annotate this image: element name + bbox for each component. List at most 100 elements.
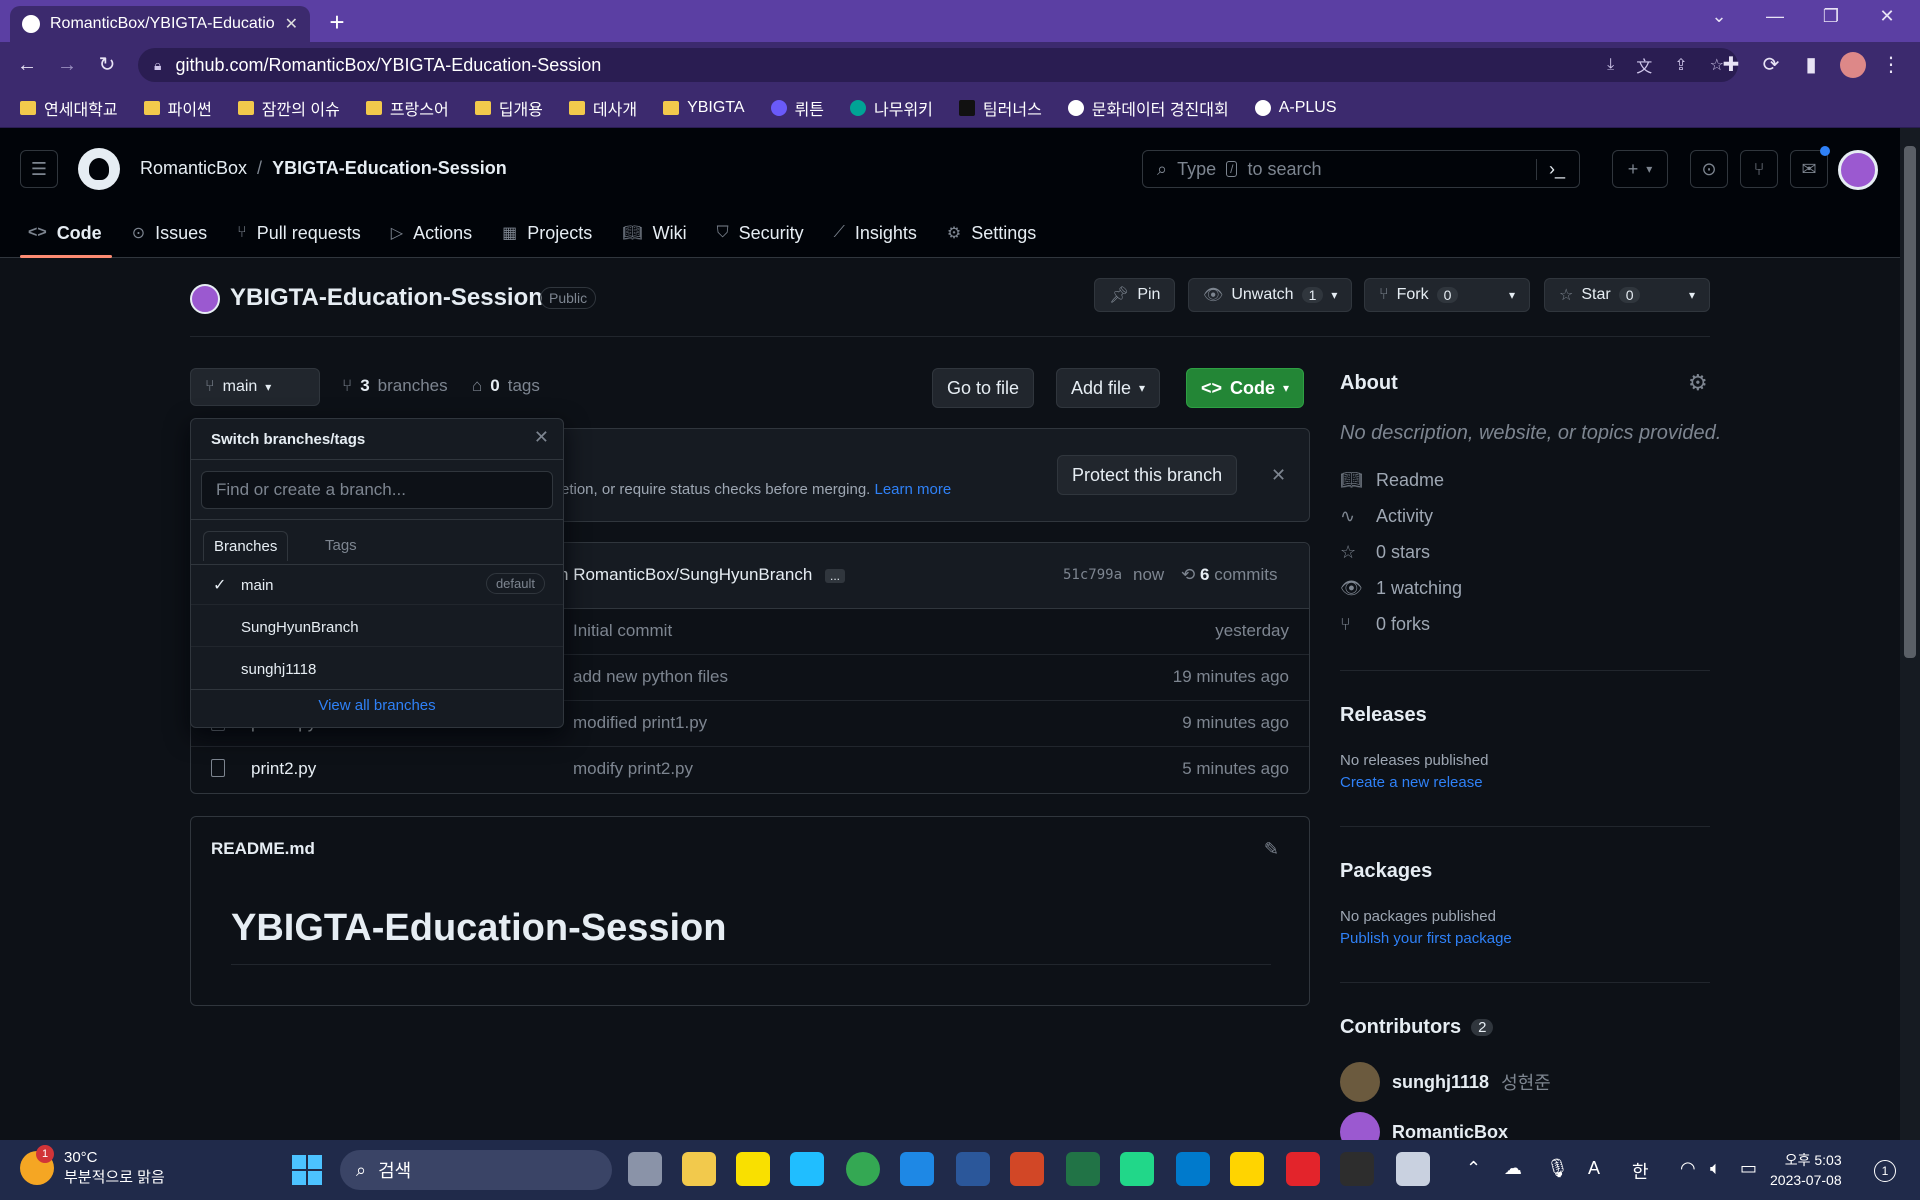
issues-icon[interactable]: ⊙ [1690,150,1728,188]
branch-select-button[interactable]: ⑂ main ▾ [190,368,320,406]
pin-button[interactable]: 📌︎ Pin [1094,278,1176,312]
translate-icon[interactable]: 文 [1636,53,1652,77]
menu-kebab-icon[interactable]: ⋮ [1876,50,1906,80]
sync-icon[interactable]: ⟳ [1756,50,1786,80]
view-all-branches-link[interactable]: View all branches [191,697,563,714]
tab-pull-requests[interactable]: ⑂ Pull requests [237,223,361,244]
ime-icon[interactable]: 한 [1632,1158,1649,1184]
branch-item-sunghj1118[interactable]: sunghj1118 [191,649,563,689]
new-tab-button[interactable]: + [322,8,352,38]
commit-message[interactable]: modified print1.py [573,713,707,733]
owner-link[interactable]: RomanticBox [140,158,247,179]
minimize-button[interactable]: — [1752,6,1798,27]
chrome-icon[interactable] [846,1152,880,1186]
window-close-button[interactable]: ✕ [1864,6,1910,27]
tab-code[interactable]: <> Code [28,223,102,244]
tray-overflow-icon[interactable]: ⌃ [1466,1158,1481,1179]
gear-icon[interactable]: ⚙ [1688,370,1708,396]
table-row[interactable]: print2.py modify print2.py 5 minutes ago [191,747,1309,793]
tab-insights[interactable]: ⟋ Insights [834,223,917,244]
install-icon[interactable]: ⤓ [1607,56,1614,74]
file-name[interactable]: print2.py [251,759,316,779]
snipping-tool-icon[interactable] [1396,1152,1430,1186]
windows-start-icon[interactable] [292,1155,322,1185]
forks-link[interactable]: ⑂ 0 forks [1340,614,1430,635]
system-clock[interactable]: 오후 5:03 2023-07-08 [1770,1150,1842,1190]
repo-link[interactable]: YBIGTA-Education-Session [272,158,507,179]
bookmark-item[interactable]: 뤼튼 [770,96,824,120]
branches-link[interactable]: ⑂ 3 branches [342,376,448,396]
hamburger-menu-icon[interactable]: ☰ [20,150,58,188]
bookmark-item[interactable]: 팀러너스 [958,96,1042,120]
commit-message[interactable]: Initial commit [573,621,672,641]
battery-icon[interactable]: ▭ [1740,1158,1757,1179]
readme-filename[interactable]: README.md [211,839,315,859]
hangul-icon[interactable] [900,1152,934,1186]
acrobat-icon[interactable] [1286,1152,1320,1186]
reload-icon[interactable]: ↻ [92,50,122,80]
bookmark-item[interactable]: 데사개 [568,96,637,120]
publish-package-link[interactable]: Publish your first package [1340,930,1512,947]
extensions-icon[interactable]: ✚ [1716,50,1746,80]
commit-message[interactable]: modify print2.py [573,759,693,779]
github-logo-icon[interactable] [78,148,120,190]
commit-message[interactable]: add new python files [573,667,728,687]
add-file-button[interactable]: Add file ▾ [1056,368,1161,408]
activity-link[interactable]: ∿ Activity [1340,506,1433,527]
font-icon[interactable]: A [1588,1158,1600,1179]
commit-hash[interactable]: 51c799a [1063,567,1122,583]
vscode-icon[interactable] [1176,1152,1210,1186]
contributors-heading[interactable]: Contributors 2 [1340,1016,1494,1039]
address-bar[interactable]: 🔒︎ github.com/RomanticBox/YBIGTA-Educati… [138,48,1738,82]
branch-item-main[interactable]: ✓ main default [191,565,563,605]
volume-icon[interactable]: 🔈︎ [1710,1158,1721,1179]
create-release-link[interactable]: Create a new release [1340,774,1483,791]
bookmark-item[interactable]: 잠깐의 이슈 [237,96,340,120]
bookmark-item[interactable]: 문화데이터 경진대회 [1067,96,1229,120]
sticky-notes-icon[interactable] [1230,1152,1264,1186]
contributor-item[interactable]: sunghj1118 성현준 [1340,1062,1551,1102]
close-icon[interactable]: ✕ [1271,465,1286,486]
microphone-icon[interactable]: 🎙︎ [1546,1158,1569,1179]
tab-actions[interactable]: ▷ Actions [391,223,472,244]
tab-settings[interactable]: ⚙ Settings [947,223,1036,244]
tab-issues[interactable]: ⊙ Issues [132,223,207,244]
taskbar-search-input[interactable]: ⌕ 검색 [340,1150,612,1190]
close-icon[interactable]: ✕ [534,427,549,448]
tab-branches[interactable]: Branches [203,531,289,561]
branch-item-sunghyunbranch[interactable]: SungHyunBranch [191,607,563,647]
browser-tab[interactable]: RomanticBox/YBIGTA-Education- ✕ [10,6,310,42]
terminal-icon[interactable] [1340,1152,1374,1186]
fork-button[interactable]: ⑂ Fork 0 ▾ [1364,278,1530,312]
forward-icon[interactable]: → [52,50,82,80]
bookmark-item[interactable]: 프랑스어 [365,96,449,120]
command-palette-icon[interactable]: ›_ [1535,158,1565,180]
repo-title[interactable]: YBIGTA-Education-Session [230,284,543,312]
code-button[interactable]: <> Code ▾ [1186,368,1305,408]
tab-wiki[interactable]: 📖︎ Wiki [622,223,686,244]
pull-requests-icon[interactable]: ⑂ [1740,150,1778,188]
weather-widget[interactable]: 30°C 부분적으로 맑음 [20,1145,165,1188]
restore-button[interactable]: ❐ [1808,6,1854,27]
commits-link[interactable]: ⟲ 6 commits [1181,565,1277,585]
branch-search-input[interactable]: Find or create a branch... [201,471,553,509]
tags-link[interactable]: ⌂ 0 tags [472,376,540,396]
releases-heading[interactable]: Releases [1340,704,1427,727]
tab-tags[interactable]: Tags [325,537,357,562]
wifi-icon[interactable]: ◠ [1680,1158,1696,1179]
unwatch-button[interactable]: 👁︎ Unwatch 1 ▾ [1188,278,1352,312]
file-explorer-icon[interactable] [682,1152,716,1186]
bookmark-item[interactable]: 연세대학교 [20,96,118,120]
bookmark-item[interactable]: A-PLUS [1254,99,1337,117]
expand-message-button[interactable]: ... [825,569,846,583]
learn-more-link[interactable]: Learn more [875,481,952,498]
sidepanel-icon[interactable]: ▮ [1796,50,1826,80]
watchers-link[interactable]: 👁︎ 1 watching [1340,578,1462,599]
commit-branch-ref[interactable]: RomanticBox/SungHyunBranch [573,565,812,584]
tab-search-icon[interactable]: ⌄ [1696,6,1742,27]
kaggle-icon[interactable] [790,1152,824,1186]
powerpoint-icon[interactable] [1010,1152,1044,1186]
share-icon[interactable]: ⇪ [1674,55,1687,75]
onedrive-icon[interactable]: ☁ [1504,1158,1522,1179]
stars-link[interactable]: ☆ 0 stars [1340,542,1430,563]
